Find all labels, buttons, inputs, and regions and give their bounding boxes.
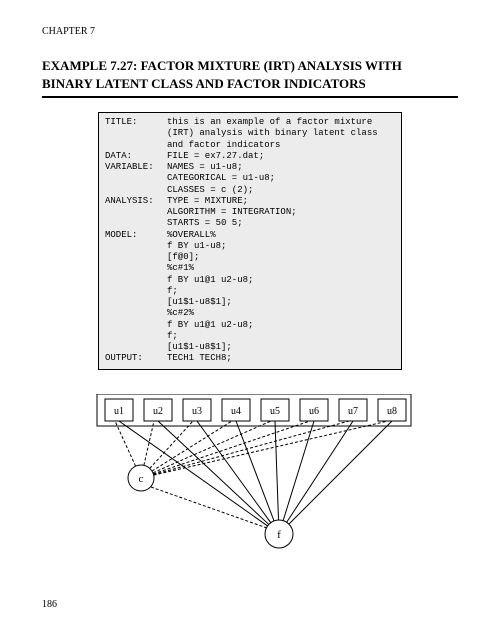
factor-loading-line: [289, 421, 392, 524]
factor-label: f: [277, 529, 281, 541]
syntax-value: CATEGORICAL = u1-u8;: [167, 173, 395, 184]
class-indicator-line: [154, 421, 388, 475]
path-diagram: u1 u2 u3 u4 u5 u6 u7 u8 c f: [85, 394, 415, 559]
title-line-1: EXAMPLE 7.27: FACTOR MIXTURE (IRT) ANALY…: [42, 58, 402, 73]
indicator-label: u8: [387, 406, 397, 417]
syntax-value: FILE = ex7.27.dat;: [167, 151, 395, 162]
syntax-value: ALGORITHM = INTEGRATION;: [167, 207, 395, 218]
syntax-key: [105, 252, 167, 263]
syntax-line: [u1$1-u8$1];: [105, 297, 395, 308]
syntax-value: (IRT) analysis with binary latent class: [167, 128, 395, 139]
syntax-value: f BY u1-u8;: [167, 241, 395, 252]
syntax-value: %c#1%: [167, 263, 395, 274]
factor-loading-line: [287, 421, 353, 522]
syntax-value: f BY u1@1 u2-u8;: [167, 275, 395, 286]
syntax-key: [105, 320, 167, 331]
title-rule: [42, 96, 458, 98]
example-title: EXAMPLE 7.27: FACTOR MIXTURE (IRT) ANALY…: [42, 57, 458, 92]
syntax-line: f BY u1@1 u2-u8;: [105, 275, 395, 286]
syntax-key: VARIABLE:: [105, 162, 167, 173]
title-line-2: BINARY LATENT CLASS AND FACTOR INDICATOR…: [42, 76, 366, 91]
syntax-value: [u1$1-u8$1];: [167, 342, 395, 353]
syntax-key: [105, 185, 167, 196]
syntax-key: [105, 297, 167, 308]
syntax-key: DATA:: [105, 151, 167, 162]
syntax-key: [105, 207, 167, 218]
indicator-label: u7: [348, 406, 358, 417]
factor-loading-line: [236, 421, 274, 521]
syntax-value: [u1$1-u8$1];: [167, 297, 395, 308]
syntax-line: MODEL:%OVERALL%: [105, 230, 395, 241]
syntax-key: [105, 286, 167, 297]
syntax-line: ALGORITHM = INTEGRATION;: [105, 207, 395, 218]
page: CHAPTER 7 EXAMPLE 7.27: FACTOR MIXTURE (…: [0, 0, 500, 638]
syntax-line: %c#2%: [105, 308, 395, 319]
class-indicator-line: [153, 421, 271, 473]
syntax-value: CLASSES = c (2);: [167, 185, 395, 196]
syntax-line: CATEGORICAL = u1-u8;: [105, 173, 395, 184]
syntax-line: %c#1%: [105, 263, 395, 274]
class-indicator-line: [115, 421, 136, 466]
class-indicator-line: [150, 421, 193, 468]
syntax-line: f;: [105, 286, 395, 297]
syntax-value: f BY u1@1 u2-u8;: [167, 320, 395, 331]
syntax-value: NAMES = u1-u8;: [167, 162, 395, 173]
syntax-line: VARIABLE:NAMES = u1-u8;: [105, 162, 395, 173]
syntax-value: and factor indicators: [167, 140, 395, 151]
syntax-line: ANALYSIS:TYPE = MIXTURE;: [105, 196, 395, 207]
syntax-value: %OVERALL%: [167, 230, 395, 241]
syntax-key: [105, 241, 167, 252]
syntax-value: TYPE = MIXTURE;: [167, 196, 395, 207]
class-indicator-line: [153, 421, 310, 474]
syntax-value: [f@0];: [167, 252, 395, 263]
syntax-value: STARTS = 50 5;: [167, 218, 395, 229]
syntax-value: %c#2%: [167, 308, 395, 319]
syntax-line: [f@0];: [105, 252, 395, 263]
indicator-label: u6: [309, 406, 319, 417]
chapter-label: CHAPTER 7: [42, 26, 458, 37]
syntax-key: [105, 331, 167, 342]
syntax-line: f BY u1-u8;: [105, 241, 395, 252]
syntax-key: [105, 275, 167, 286]
syntax-key: ANALYSIS:: [105, 196, 167, 207]
syntax-key: [105, 128, 167, 139]
syntax-line: f;: [105, 331, 395, 342]
syntax-line: (IRT) analysis with binary latent class: [105, 128, 395, 139]
syntax-key: [105, 218, 167, 229]
syntax-line: DATA:FILE = ex7.27.dat;: [105, 151, 395, 162]
class-indicator-line: [144, 421, 154, 465]
latent-class-label: c: [139, 473, 144, 485]
syntax-key: [105, 140, 167, 151]
syntax-line: f BY u1@1 u2-u8;: [105, 320, 395, 331]
indicator-label: u2: [153, 406, 163, 417]
syntax-line: OUTPUT:TECH1 TECH8;: [105, 353, 395, 364]
indicator-label: u5: [270, 406, 280, 417]
syntax-value: f;: [167, 286, 395, 297]
class-indicator-line: [154, 421, 349, 475]
syntax-value: this is an example of a factor mixture: [167, 117, 395, 128]
syntax-box: TITLE:this is an example of a factor mix…: [98, 112, 402, 370]
syntax-line: CLASSES = c (2);: [105, 185, 395, 196]
syntax-line: TITLE:this is an example of a factor mix…: [105, 117, 395, 128]
syntax-key: [105, 308, 167, 319]
syntax-key: OUTPUT:: [105, 353, 167, 364]
syntax-key: TITLE:: [105, 117, 167, 128]
syntax-line: and factor indicators: [105, 140, 395, 151]
factor-loading-line: [283, 421, 314, 521]
syntax-line: [u1$1-u8$1];: [105, 342, 395, 353]
syntax-value: f;: [167, 331, 395, 342]
syntax-key: [105, 263, 167, 274]
syntax-key: MODEL:: [105, 230, 167, 241]
factor-loading-line: [275, 421, 279, 520]
indicator-label: u4: [231, 406, 241, 417]
syntax-line: STARTS = 50 5;: [105, 218, 395, 229]
syntax-key: [105, 173, 167, 184]
indicator-label: u3: [192, 406, 202, 417]
indicator-label: u1: [114, 406, 124, 417]
syntax-key: [105, 342, 167, 353]
page-number: 186: [42, 599, 57, 610]
syntax-value: TECH1 TECH8;: [167, 353, 395, 364]
